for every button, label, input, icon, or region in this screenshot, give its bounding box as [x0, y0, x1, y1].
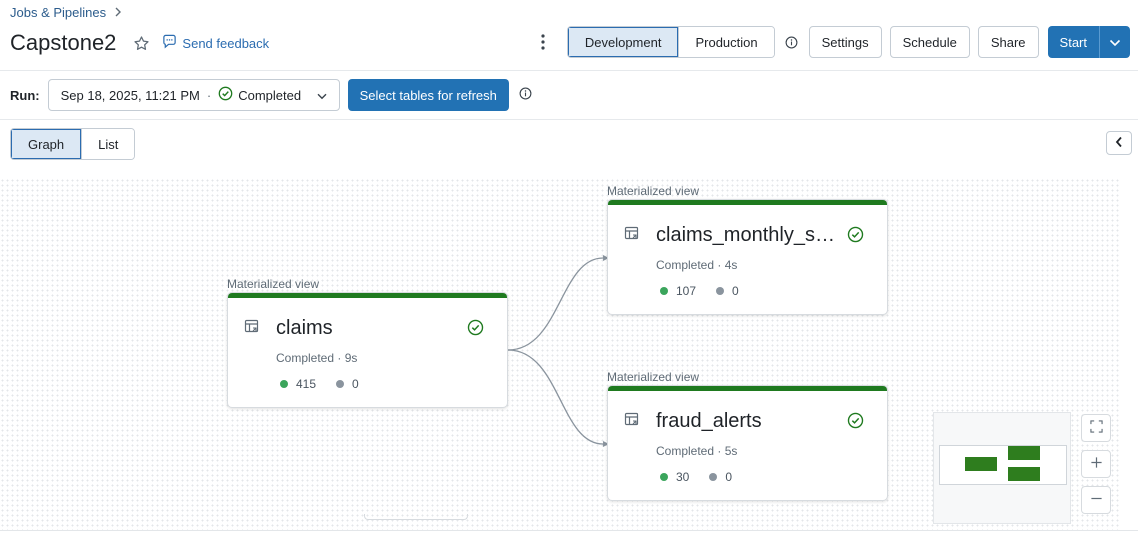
node-name: claims_monthly_su... [656, 224, 841, 246]
minimap-node [1008, 467, 1040, 481]
node-counts: 107 0 [660, 284, 759, 298]
node-status-bar [608, 386, 887, 391]
node-counts: 415 0 [280, 377, 379, 391]
node-meta: Completed · 5s [656, 444, 738, 458]
run-separator: · [206, 87, 212, 103]
rows-dropped: 0 [336, 377, 359, 391]
edge-claims-to-claims-monthly [507, 257, 604, 351]
development-mode-button[interactable]: Development [567, 27, 679, 57]
success-dot [660, 287, 668, 295]
start-dropdown-button[interactable] [1099, 26, 1130, 58]
zoom-in-icon [1090, 456, 1103, 472]
run-divider [0, 119, 1138, 120]
info-icon[interactable] [785, 35, 799, 49]
table-icon [624, 412, 640, 431]
graph-minimap[interactable] [933, 412, 1071, 524]
share-button[interactable]: Share [977, 26, 1039, 58]
run-row: Run: Sep 18, 2025, 11:21 PM · Completed … [10, 79, 532, 111]
chevron-down-icon [317, 88, 327, 103]
rows-written: 30 [660, 470, 689, 484]
production-mode-button[interactable]: Production [678, 27, 774, 57]
breadcrumb-link-jobs-pipelines[interactable]: Jobs & Pipelines [10, 5, 106, 20]
node-type-label: Materialized view [607, 184, 700, 198]
run-label: Run: [10, 87, 40, 103]
node-name: claims [276, 317, 333, 339]
start-split-button: Start [1047, 26, 1130, 58]
node-status-bar [608, 200, 887, 205]
rows-dropped-value: 0 [732, 284, 739, 298]
minimap-viewport[interactable] [939, 445, 1067, 485]
rows-written-value: 30 [676, 470, 690, 484]
pipeline-graph-canvas[interactable]: Materialized view claims Completed · 9s … [0, 178, 1120, 530]
run-date: Sep 18, 2025, 11:21 PM [60, 87, 200, 103]
node-claims-monthly-summary[interactable]: claims_monthly_su... Completed · 4s 107 … [607, 199, 888, 315]
run-select[interactable]: Sep 18, 2025, 11:21 PM · Completed [47, 79, 340, 111]
check-circle-icon [847, 412, 864, 432]
info-icon[interactable] [519, 87, 532, 103]
mode-toggle: Development Production [566, 26, 775, 58]
node-claims[interactable]: claims Completed · 9s 415 0 [227, 292, 508, 408]
success-dot [660, 473, 668, 481]
title-row: Capstone2 Send feedback [10, 30, 269, 56]
minimap-node [1008, 446, 1040, 460]
muted-dot [716, 287, 725, 295]
rows-dropped-value: 0 [352, 377, 359, 391]
fit-view-icon [1089, 420, 1103, 436]
muted-dot [336, 380, 345, 388]
node-name: fraud_alerts [656, 410, 762, 432]
check-circle-icon [467, 319, 484, 339]
collapse-panel-icon [1115, 136, 1123, 151]
header-actions: Development Production Settings Schedule… [535, 26, 1130, 58]
rows-dropped: 0 [709, 470, 732, 484]
select-tables-refresh-button[interactable]: Select tables for refresh [347, 79, 509, 111]
success-dot [280, 380, 288, 388]
chevron-down-icon [1109, 35, 1121, 50]
bottom-panel-strip [0, 530, 1138, 544]
run-status-label: Completed [238, 87, 302, 103]
fit-view-button[interactable] [1081, 414, 1111, 442]
graph-view-tab[interactable]: Graph [11, 129, 82, 159]
node-fraud-alerts[interactable]: fraud_alerts Completed · 5s 30 0 [607, 385, 888, 501]
feedback-icon [162, 34, 177, 52]
header-divider [0, 70, 1138, 71]
run-status: Completed [218, 86, 301, 104]
check-circle-icon [218, 86, 233, 104]
rows-written: 415 [280, 377, 316, 391]
view-toggle: Graph List [10, 128, 136, 160]
node-meta: Completed · 4s [656, 258, 738, 272]
node-type-label: Materialized view [227, 277, 320, 291]
kebab-icon[interactable] [535, 26, 551, 58]
muted-dot [709, 473, 718, 481]
table-icon [244, 319, 260, 338]
rows-written: 107 [660, 284, 696, 298]
partial-node-card [364, 514, 468, 520]
check-circle-icon [847, 226, 864, 246]
schedule-button[interactable]: Schedule [889, 26, 970, 58]
zoom-in-button[interactable] [1081, 450, 1111, 478]
chevron-right-icon [114, 6, 122, 20]
page-title: Capstone2 [10, 30, 117, 55]
table-icon [624, 226, 640, 245]
node-counts: 30 0 [660, 470, 752, 484]
send-feedback-link[interactable]: Send feedback [162, 34, 269, 52]
rows-written-value: 107 [676, 284, 697, 298]
node-meta: Completed · 9s [276, 351, 358, 365]
list-view-tab[interactable]: List [81, 129, 135, 159]
zoom-out-button[interactable] [1081, 486, 1111, 514]
node-type-label: Materialized view [607, 370, 700, 384]
collapse-panel-button[interactable] [1106, 131, 1132, 155]
rows-dropped: 0 [716, 284, 739, 298]
star-icon[interactable] [132, 34, 150, 52]
edge-claims-to-fraud-alerts [507, 349, 604, 445]
rows-dropped-value: 0 [725, 470, 733, 484]
start-button[interactable]: Start [1047, 26, 1099, 58]
settings-button[interactable]: Settings [808, 26, 882, 58]
breadcrumb: Jobs & Pipelines [10, 5, 122, 20]
minimap-node [965, 457, 997, 471]
rows-written-value: 415 [296, 377, 317, 391]
zoom-out-icon [1090, 492, 1103, 508]
node-status-bar [228, 293, 507, 298]
send-feedback-label: Send feedback [182, 35, 270, 51]
